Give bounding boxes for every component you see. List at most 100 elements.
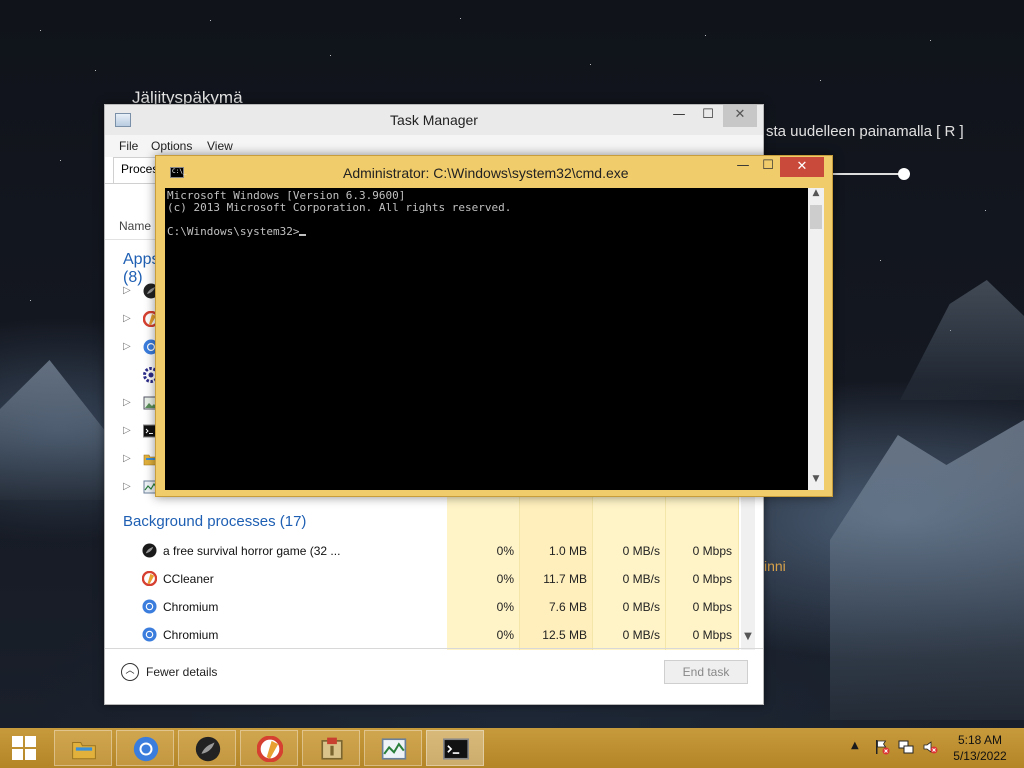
clock-date[interactable]: 5/13/2022 — [940, 749, 1020, 763]
star — [880, 260, 881, 261]
start-button[interactable] — [0, 728, 50, 768]
star — [40, 30, 41, 31]
menu-options[interactable]: Options — [151, 139, 192, 153]
taskbar: ▲ 5:18 AM 5/13/2022 — [0, 728, 1024, 768]
fewer-details-link[interactable]: Fewer details — [146, 665, 217, 679]
scroll-down-icon[interactable]: ▼ — [741, 631, 755, 647]
taskbar-button-game[interactable] — [178, 730, 236, 766]
console-line: (c) 2013 Microsoft Corporation. All righ… — [167, 201, 512, 214]
end-task-button[interactable]: End task — [664, 660, 748, 684]
process-memory: 12.5 MB — [542, 628, 587, 642]
windows-logo-icon — [12, 736, 23, 747]
mountain-shape — [830, 420, 1024, 720]
chevron-right-icon[interactable]: ▷ — [123, 481, 131, 492]
game-icon — [142, 543, 157, 558]
chevron-right-icon[interactable]: ▷ — [123, 397, 131, 408]
process-disk: 0 MB/s — [622, 572, 660, 586]
mountain-shape — [900, 280, 1024, 400]
column-header-name[interactable]: Name — [119, 219, 151, 233]
table-row[interactable]: a free survival horror game (32 ... 0% 1.0… — [105, 537, 738, 565]
console-prompt: C:\Windows\system32> — [167, 225, 300, 238]
process-cpu: 0% — [496, 572, 514, 586]
game-text-fragment: inni — [764, 558, 786, 574]
star — [705, 35, 706, 36]
game-slider-knob[interactable] — [898, 168, 910, 180]
minimize-button[interactable]: — — [730, 158, 756, 178]
table-row[interactable]: Chromium 0% 7.6 MB 0 MB/s 0 Mbps — [105, 593, 738, 621]
console-output[interactable]: Microsoft Windows [Version 6.3.9600] (c) … — [165, 188, 808, 490]
process-disk: 0 MB/s — [622, 544, 660, 558]
star — [590, 64, 591, 65]
game-icon — [195, 736, 221, 762]
minimize-button[interactable]: — — [665, 105, 693, 127]
cmd-icon: C:\_ — [170, 167, 187, 178]
process-name: CCleaner — [163, 572, 214, 586]
menu-file[interactable]: File — [119, 139, 138, 153]
process-network: 0 Mbps — [692, 572, 732, 586]
chevron-right-icon[interactable]: ▷ — [123, 453, 131, 464]
chevron-right-icon[interactable]: ▷ — [123, 285, 131, 296]
show-hidden-icons-chevron[interactable]: ▲ — [851, 740, 859, 751]
chevron-right-icon[interactable]: ▷ — [123, 341, 131, 352]
volume-muted-icon[interactable] — [922, 739, 938, 755]
game-slider-track — [830, 173, 906, 175]
action-center-flag-icon[interactable] — [874, 739, 890, 755]
task-manager-icon — [381, 736, 407, 762]
scroll-down-icon[interactable]: ▼ — [808, 474, 824, 490]
process-memory: 1.0 MB — [548, 544, 587, 558]
table-row[interactable]: CCleaner 0% 11.7 MB 0 MB/s 0 Mbps — [105, 565, 738, 593]
star — [985, 210, 986, 211]
archive-icon — [319, 736, 345, 762]
cmd-icon — [443, 736, 469, 762]
cmd-icon-glyph: C:\_ — [172, 168, 187, 175]
process-cpu: 0% — [496, 628, 514, 642]
console-prompt-line[interactable]: C:\Windows\system32> — [167, 226, 808, 238]
close-button[interactable]: ✕ — [780, 157, 824, 177]
text-cursor — [299, 234, 307, 236]
chevron-up-icon[interactable]: ︿ — [121, 663, 139, 681]
maximize-button[interactable]: ☐ — [693, 105, 723, 127]
windows-logo-icon — [25, 736, 36, 747]
task-manager-menubar: File Options View — [105, 135, 763, 157]
taskbar-button-file-explorer[interactable] — [54, 730, 112, 766]
maximize-button[interactable]: ☐ — [756, 158, 780, 178]
menu-view[interactable]: View — [207, 139, 233, 153]
taskbar-button-cmd[interactable] — [426, 730, 484, 766]
task-manager-titlebar[interactable]: Task Manager — ☐ ✕ — [105, 105, 763, 135]
taskbar-button-task-manager[interactable] — [364, 730, 422, 766]
process-network: 0 Mbps — [692, 600, 732, 614]
process-cpu: 0% — [496, 544, 514, 558]
star — [930, 40, 931, 41]
file-explorer-icon — [71, 736, 97, 762]
star — [60, 160, 61, 161]
process-disk: 0 MB/s — [622, 600, 660, 614]
background-processes-header[interactable]: Background processes (17) — [123, 513, 306, 530]
console-scrollbar[interactable]: ▲ ▼ — [808, 188, 824, 490]
cmd-window[interactable]: C:\_ Administrator: C:\Windows\system32\… — [155, 155, 833, 497]
close-button[interactable]: ✕ — [723, 105, 757, 127]
process-cpu: 0% — [496, 600, 514, 614]
chromium-icon — [142, 627, 157, 642]
ccleaner-icon — [256, 735, 284, 763]
taskbar-button-ccleaner[interactable] — [240, 730, 298, 766]
process-network: 0 Mbps — [692, 544, 732, 558]
chromium-icon — [133, 736, 159, 762]
taskbar-button-chromium[interactable] — [116, 730, 174, 766]
scroll-up-icon[interactable]: ▲ — [808, 188, 824, 204]
star — [820, 80, 821, 81]
network-icon[interactable] — [898, 739, 914, 755]
table-row[interactable]: Chromium 0% 12.5 MB 0 MB/s 0 Mbps — [105, 621, 738, 649]
process-name: Chromium — [163, 600, 219, 614]
chevron-right-icon[interactable]: ▷ — [123, 313, 131, 324]
scroll-thumb[interactable] — [810, 205, 822, 229]
process-memory: 11.7 MB — [543, 572, 587, 586]
chevron-right-icon[interactable]: ▷ — [123, 425, 131, 436]
clock-time[interactable]: 5:18 AM — [940, 733, 1020, 747]
game-restart-hint: sta uudelleen painamalla [ R ] — [766, 123, 964, 140]
windows-logo-icon — [12, 749, 23, 760]
windows-logo-icon — [25, 749, 36, 760]
taskbar-button-archive[interactable] — [302, 730, 360, 766]
star — [30, 300, 31, 301]
process-name: a free survival horror game (32 ... — [163, 544, 341, 558]
chromium-icon — [142, 599, 157, 614]
